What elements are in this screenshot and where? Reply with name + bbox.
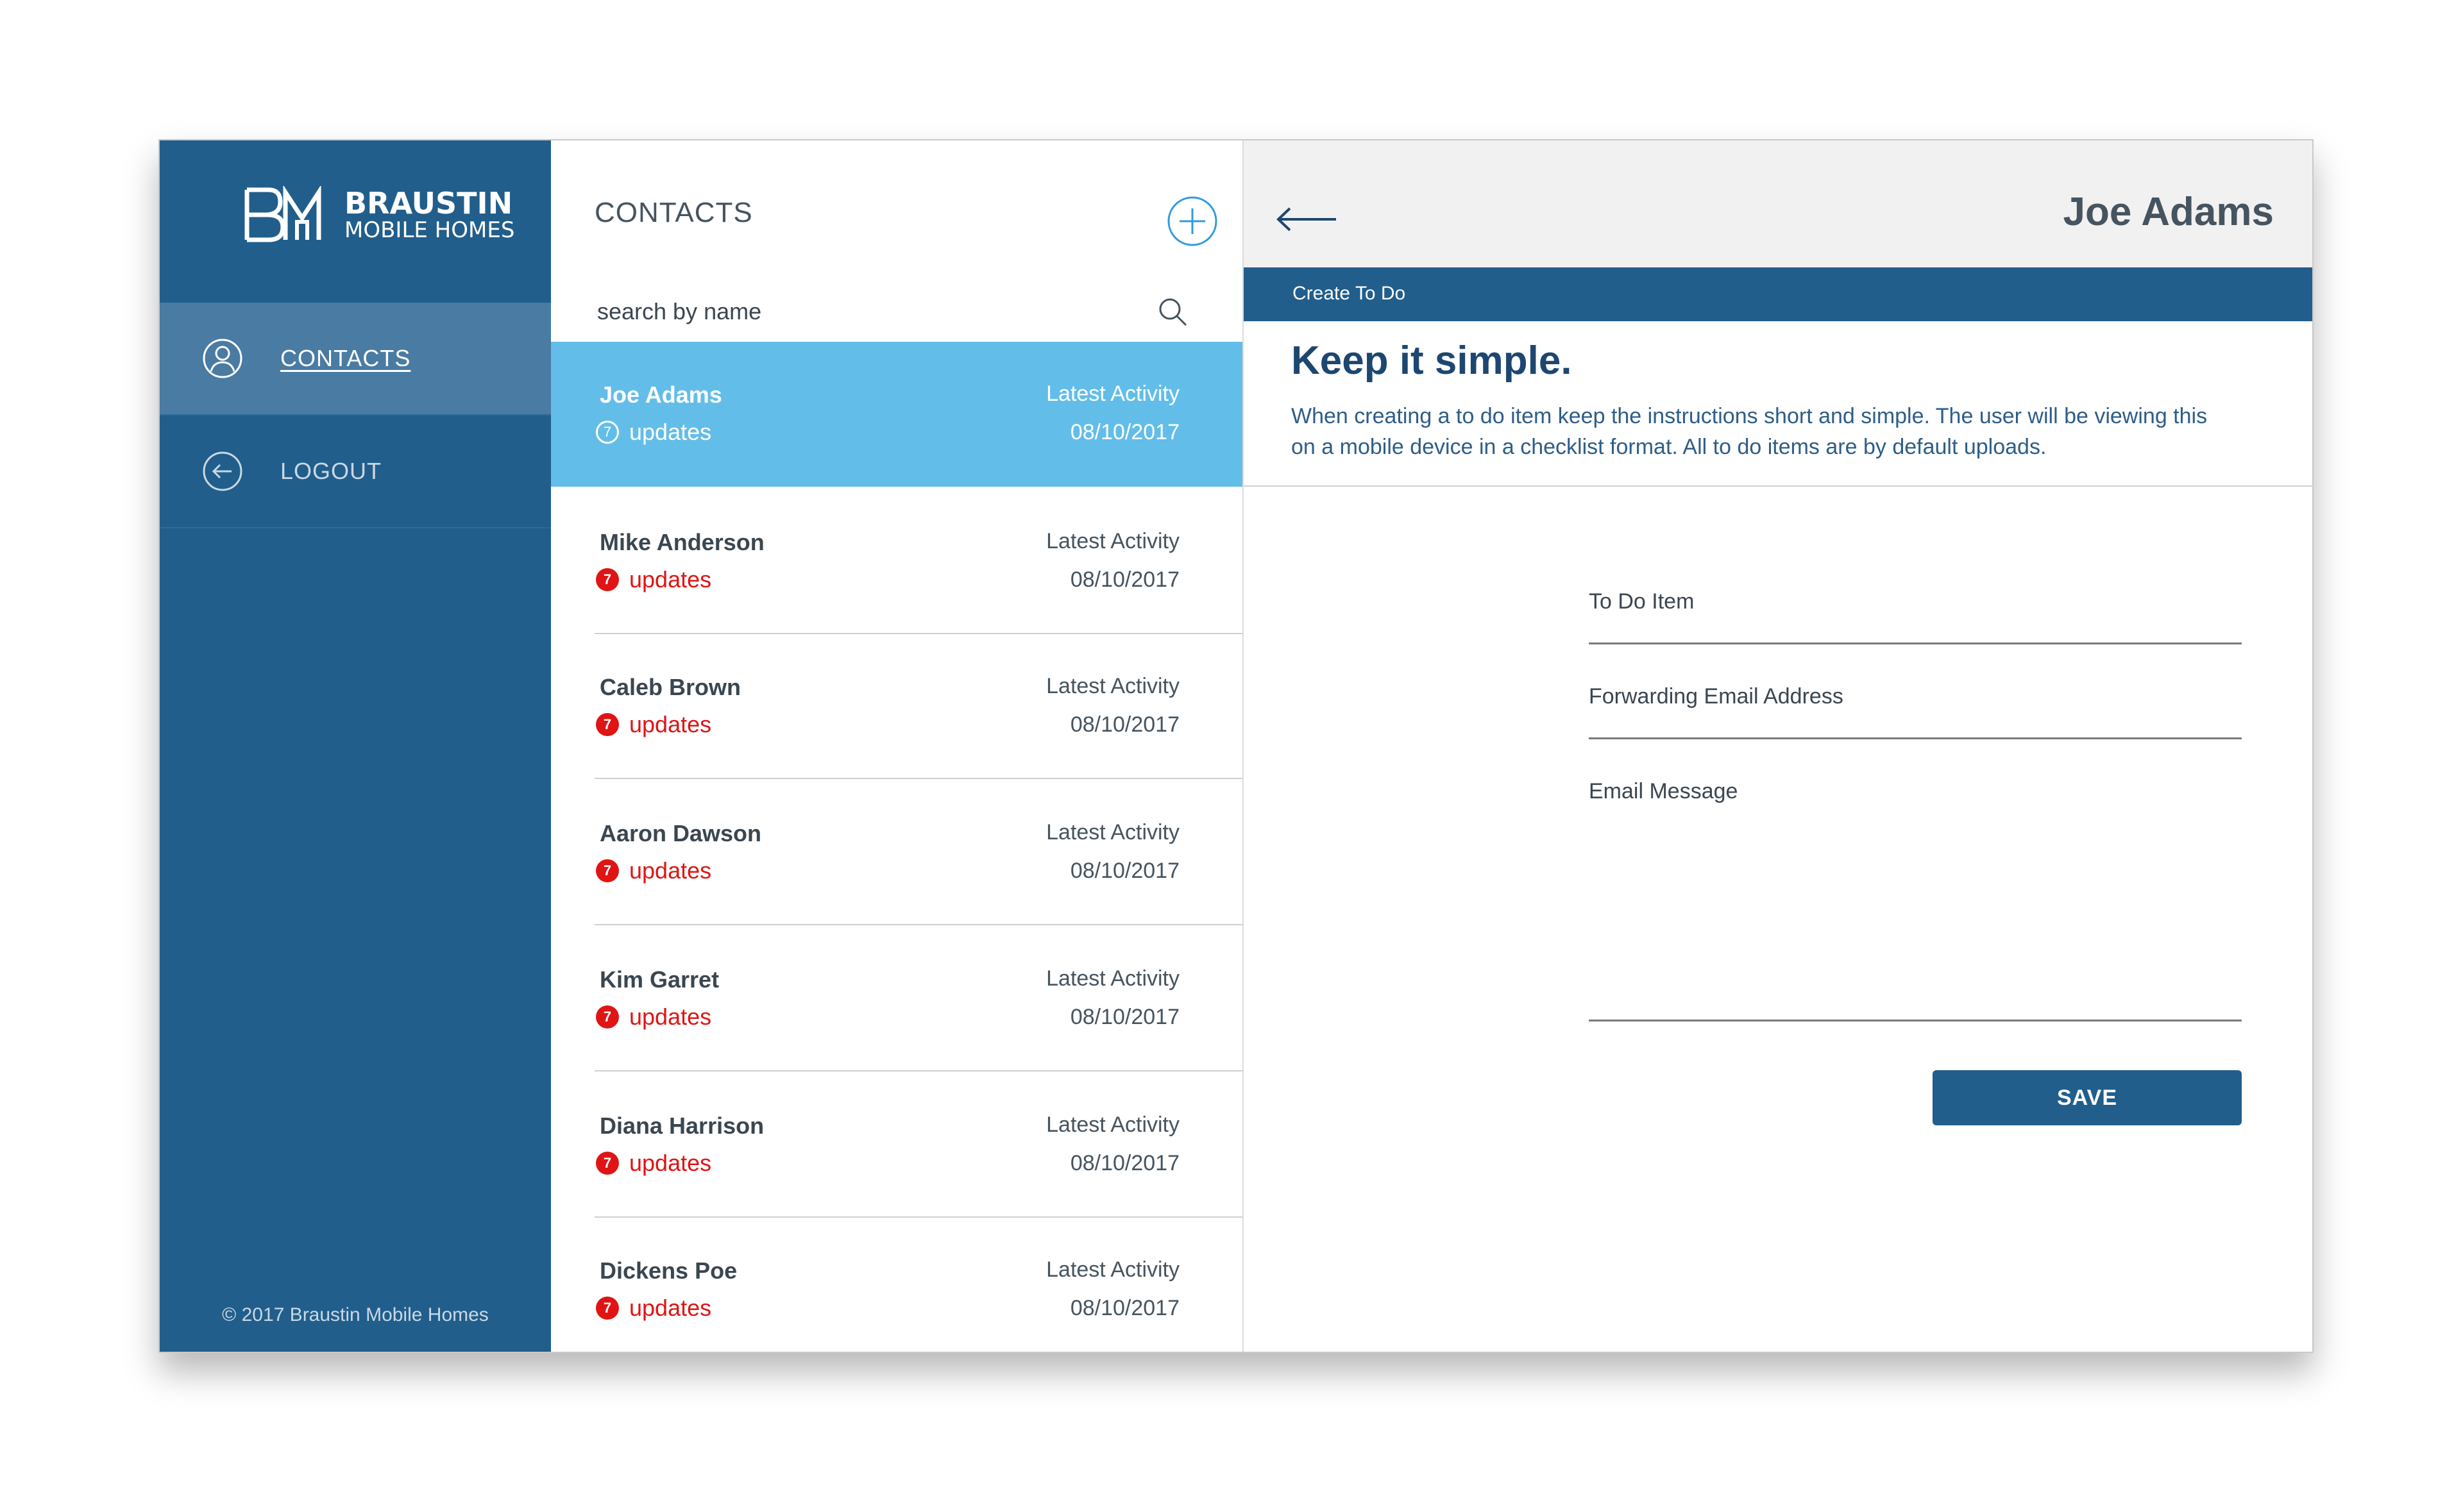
contact-updates: 7 updates [596,1295,711,1322]
contact-row[interactable]: Kim Garret 7 updates Latest Activity 08/1… [551,927,1242,1071]
email-message-field[interactable]: Email Message [1589,779,2242,1021]
contact-updates: 7 updates [596,857,711,884]
contact-detail-title: Joe Adams [2063,190,2274,234]
updates-label: updates [629,566,712,592]
contact-row[interactable]: Diana Harrison 7 updates Latest Activity … [551,1073,1242,1218]
section-bar: Create To Do [1244,267,2312,321]
back-arrow-icon[interactable] [1274,203,1339,235]
updates-label: updates [629,1150,712,1176]
contact-name: Diana Harrison [600,1113,765,1139]
updates-label: updates [629,419,712,445]
email-message-label: Email Message [1589,779,1738,803]
brand-logo: BRAUSTIN MOBILE HOMES [243,186,515,243]
contact-updates: 7 updates [596,1150,711,1177]
contact-name: Aaron Dawson [600,820,762,846]
contact-row-selected[interactable]: Joe Adams 7 updates Latest Activity 08/10… [551,342,1242,487]
contact-row[interactable]: Aaron Dawson 7 updates Latest Activity 08… [551,780,1242,925]
latest-activity-date: 08/10/2017 [1070,420,1180,444]
contacts-title: CONTACTS [595,197,753,228]
updates-label: updates [629,1004,712,1030]
latest-activity-date: 08/10/2017 [1070,567,1180,592]
contact-name: Dickens Poe [600,1257,738,1284]
brand-line1: BRAUSTIN [344,186,513,221]
contact-updates: 7 updates [596,1004,711,1030]
section-divider [1244,485,2312,487]
updates-label: updates [629,711,712,737]
latest-activity-date: 08/10/2017 [1070,712,1180,737]
updates-label: updates [629,857,712,884]
latest-activity-label: Latest Activity [1046,1257,1180,1282]
contacts-panel: CONTACTS Joe Adams 7 updates Latest Activ… [551,140,1244,1352]
contact-name: Joe Adams [600,382,722,408]
contact-name: Mike Anderson [600,529,765,555]
sidebar-item-label: CONTACTS [280,345,411,371]
update-count-badge: 7 [596,1005,619,1029]
contact-name: Caleb Brown [600,674,741,700]
sidebar-item-logout[interactable]: LOGOUT [160,416,551,528]
sidebar-item-label: LOGOUT [280,458,382,484]
section-bar-label: Create To Do [1292,283,1406,304]
contact-row[interactable]: Caleb Brown 7 updates Latest Activity 08/… [551,634,1242,779]
detail-header: Joe Adams [1244,140,2312,267]
copyright-text: © 2017 Braustin Mobile Homes [222,1304,489,1325]
arrow-left-circle-icon [203,451,242,491]
latest-activity-label: Latest Activity [1046,1113,1180,1137]
save-button[interactable]: SAVE [1933,1070,2242,1125]
forwarding-email-field[interactable]: Forwarding Email Address [1589,684,2242,739]
latest-activity-label: Latest Activity [1046,966,1180,991]
todo-item-field[interactable]: To Do Item [1589,589,2242,644]
update-count-badge: 7 [596,421,619,444]
latest-activity-label: Latest Activity [1046,820,1180,844]
description-text: When creating a to do item keep the inst… [1291,404,2208,459]
row-divider [595,1070,1242,1071]
search-input[interactable] [597,298,1149,325]
brand-line2: MOBILE HOMES [344,217,515,243]
contact-row[interactable]: Mike Anderson 7 updates Latest Activity 0… [551,489,1242,634]
contact-updates: 7 updates [596,566,711,593]
contact-name: Kim Garret [600,966,720,993]
update-count-badge: 7 [596,713,619,736]
updates-label: updates [629,1295,712,1321]
sidebar-item-contacts[interactable]: CONTACTS [160,303,551,416]
contact-updates: 7 updates [596,711,711,738]
detail-panel: Joe Adams Create To Do Keep it simple. W… [1244,140,2312,1352]
latest-activity-date: 08/10/2017 [1070,1151,1180,1175]
sidebar: BRAUSTIN MOBILE HOMES CONTACTS LOGOUT © … [160,140,551,1352]
contact-updates: 7 updates [596,419,711,446]
update-count-badge: 7 [596,859,619,882]
user-circle-icon [203,339,242,378]
add-contact-button[interactable] [1167,196,1218,247]
latest-activity-label: Latest Activity [1046,382,1180,406]
latest-activity-date: 08/10/2017 [1070,1296,1180,1320]
latest-activity-date: 08/10/2017 [1070,859,1180,883]
logo-monogram-icon [244,186,321,242]
update-count-badge: 7 [596,568,619,591]
contact-row[interactable]: Dickens Poe 7 updates Latest Activity 08/… [551,1218,1242,1352]
forwarding-email-label: Forwarding Email Address [1589,684,1843,709]
row-divider [595,924,1242,925]
latest-activity-date: 08/10/2017 [1070,1005,1180,1029]
app-window: BRAUSTIN MOBILE HOMES CONTACTS LOGOUT © … [158,139,2314,1353]
search-icon[interactable] [1156,296,1190,329]
update-count-badge: 7 [596,1297,619,1320]
row-divider [595,778,1242,779]
latest-activity-label: Latest Activity [1046,529,1180,553]
update-count-badge: 7 [596,1152,619,1175]
search-bar [597,298,1206,337]
headline: Keep it simple. [1291,339,1572,383]
todo-item-label: To Do Item [1589,589,1695,614]
latest-activity-label: Latest Activity [1046,674,1180,698]
